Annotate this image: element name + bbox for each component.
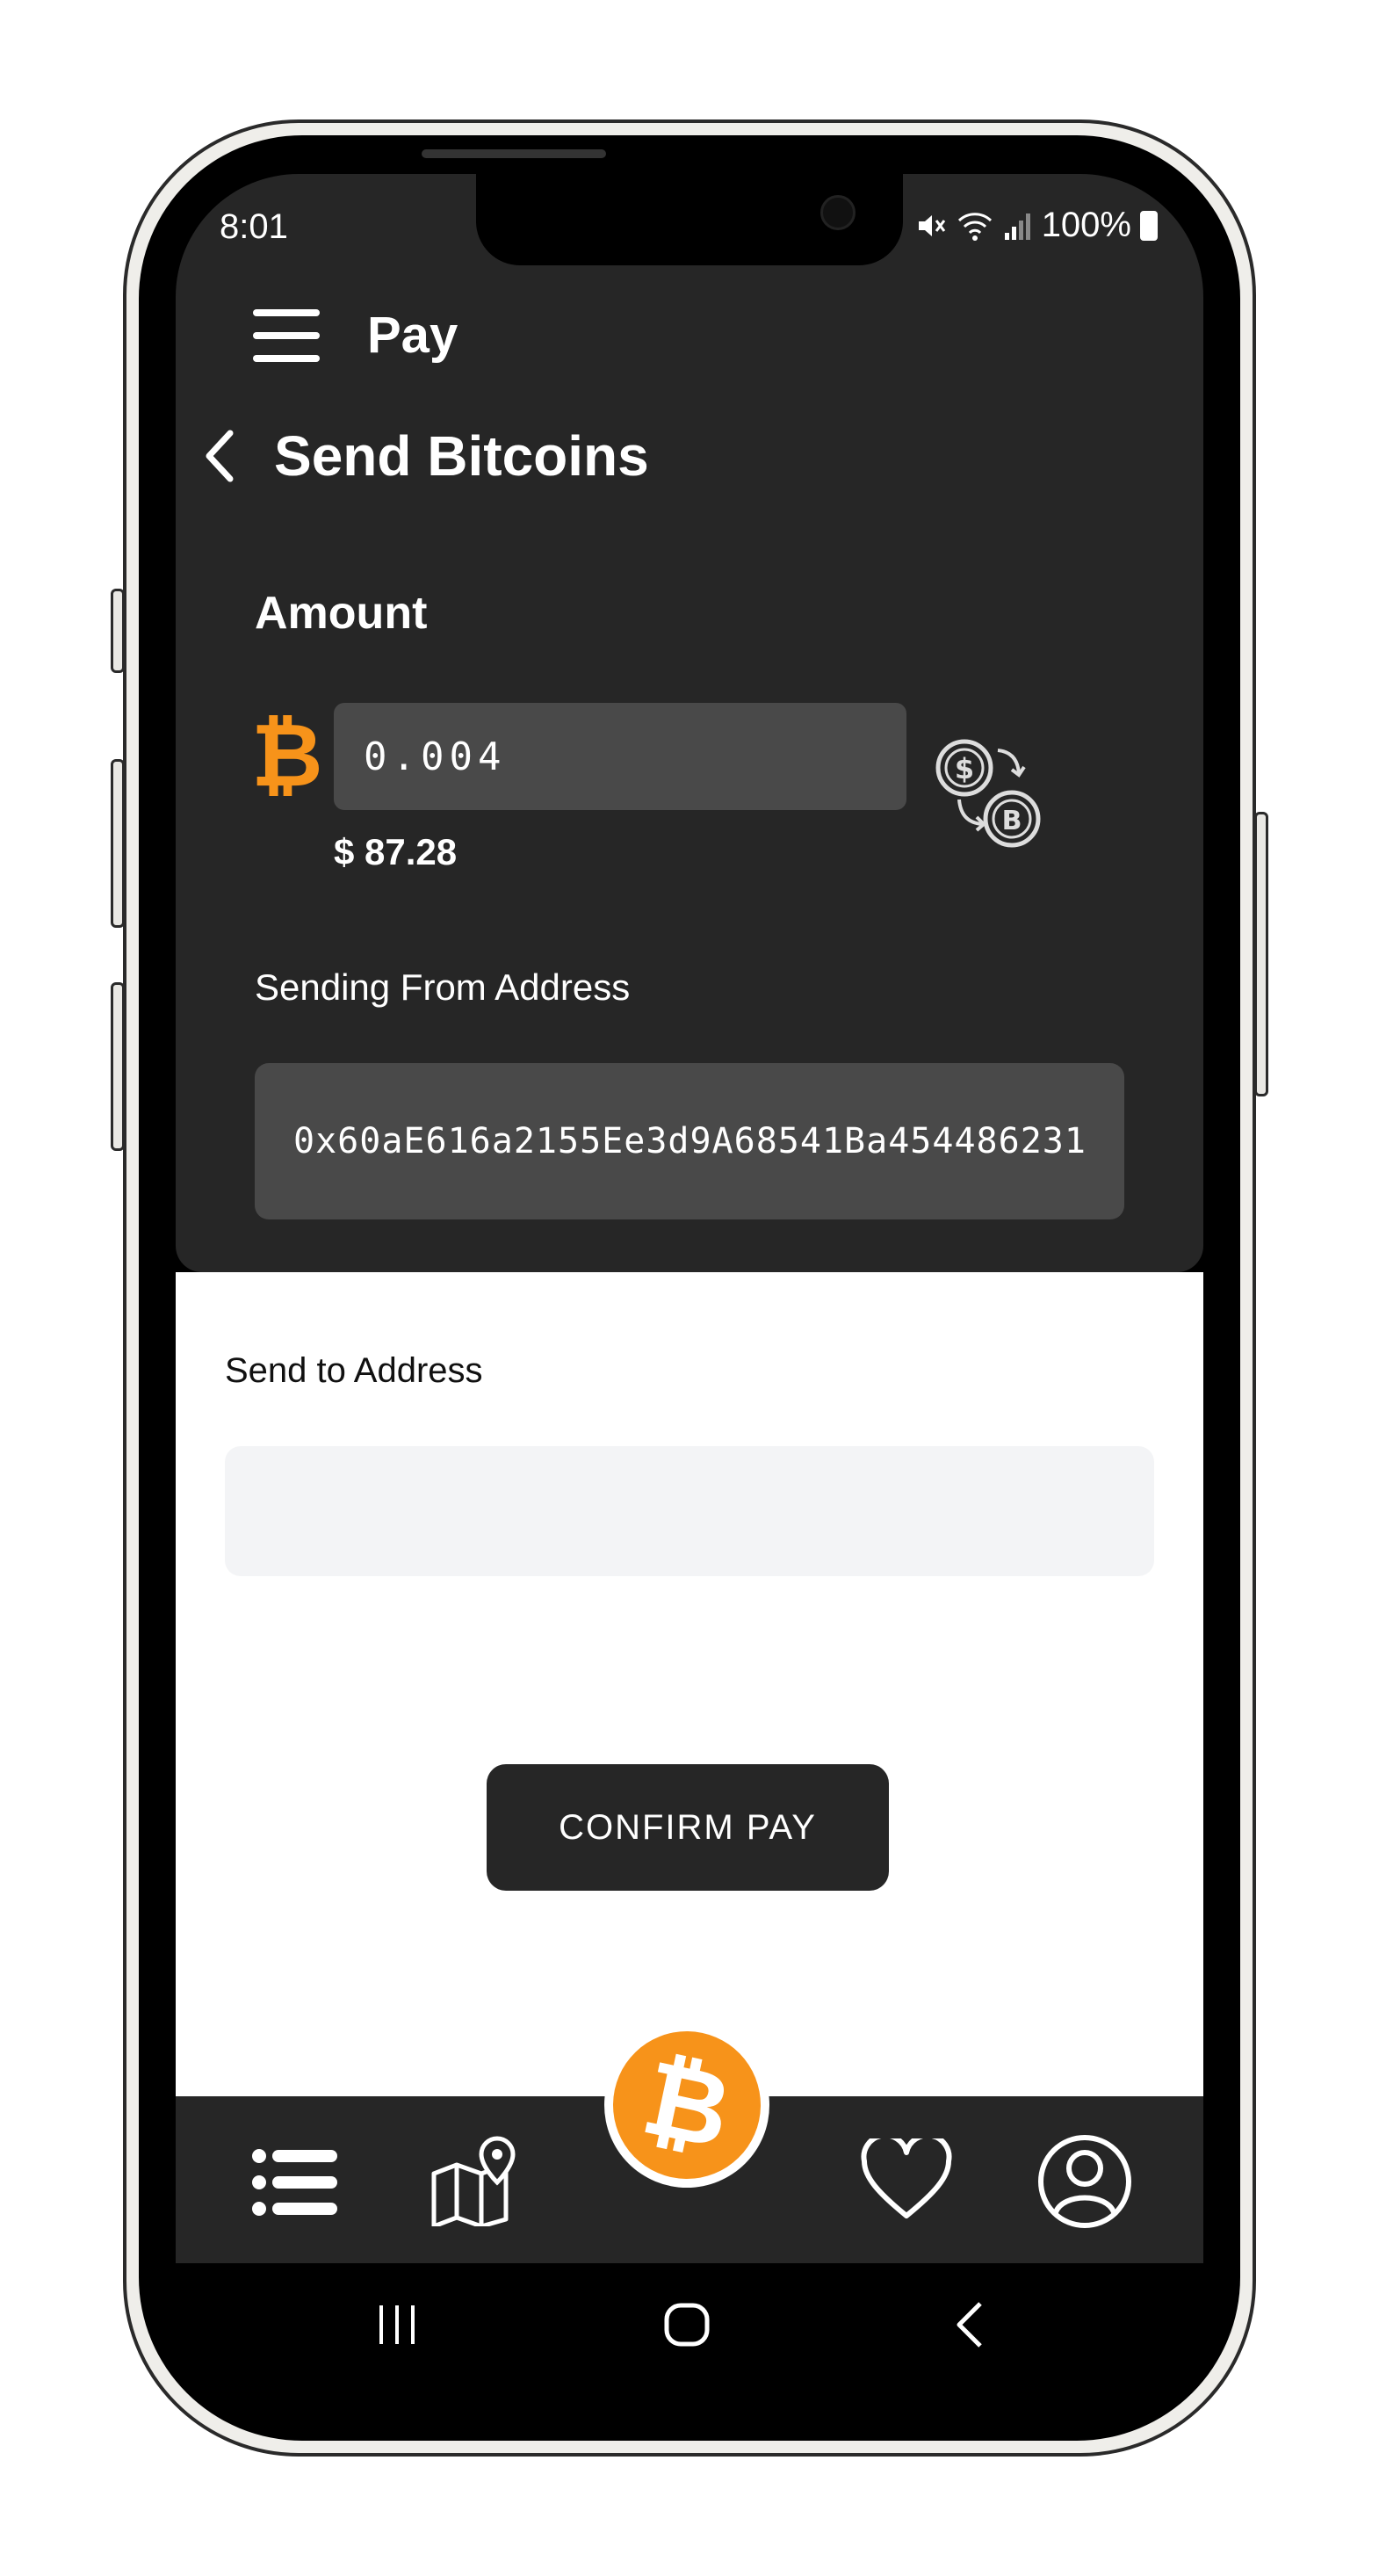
side-button-right — [1254, 812, 1268, 1096]
header-title: Pay — [367, 307, 458, 364]
phone-screen: 8:01 100% Pay Send Bitcoins Amount ₿ 0.0… — [176, 174, 1203, 2399]
svg-text:$: $ — [955, 752, 974, 785]
sending-from-label: Sending From Address — [255, 966, 631, 1008]
status-icons: 100% — [915, 206, 1158, 245]
system-back-icon[interactable] — [952, 2298, 987, 2351]
send-to-label: Send to Address — [225, 1351, 483, 1390]
front-camera — [820, 195, 856, 230]
menu-icon[interactable] — [253, 308, 320, 362]
map-pin-icon[interactable] — [430, 2135, 522, 2226]
recent-apps-icon[interactable] — [376, 2298, 420, 2351]
battery-percent: 100% — [1041, 206, 1131, 244]
bitcoin-nav-button[interactable]: ₿ — [599, 2017, 775, 2193]
confirm-pay-button[interactable]: CONFIRM PAY — [487, 1764, 889, 1891]
speaker-grille — [422, 149, 606, 158]
bitcoin-symbol-icon: ₿ — [251, 706, 323, 805]
profile-icon[interactable] — [1036, 2133, 1133, 2230]
signal-icon — [1004, 213, 1030, 240]
app-header: Pay — [253, 306, 458, 365]
home-icon[interactable] — [662, 2298, 711, 2351]
page-title-row: Send Bitcoins — [200, 423, 649, 488]
heart-icon[interactable] — [861, 2138, 952, 2221]
system-navigation-bar — [176, 2263, 1203, 2399]
wifi-icon — [957, 212, 992, 241]
list-icon[interactable] — [251, 2147, 339, 2218]
back-arrow-icon[interactable] — [200, 428, 239, 484]
send-to-address-input[interactable] — [225, 1446, 1154, 1576]
usd-value: $ 87.28 — [334, 831, 458, 872]
svg-text:B: B — [1002, 806, 1022, 836]
amount-label: Amount — [255, 588, 428, 639]
sending-from-address[interactable]: 0x60aE616a2155Ee3d9A68541Ba454486231 — [255, 1063, 1124, 1219]
amount-input[interactable]: 0.004 — [334, 703, 906, 810]
page-title: Send Bitcoins — [274, 424, 649, 488]
camera-notch — [476, 174, 903, 265]
currency-convert-icon[interactable]: $ B — [933, 736, 1047, 850]
battery-icon — [1140, 210, 1158, 241]
status-time: 8:01 — [220, 207, 288, 246]
mute-icon — [918, 214, 945, 236]
